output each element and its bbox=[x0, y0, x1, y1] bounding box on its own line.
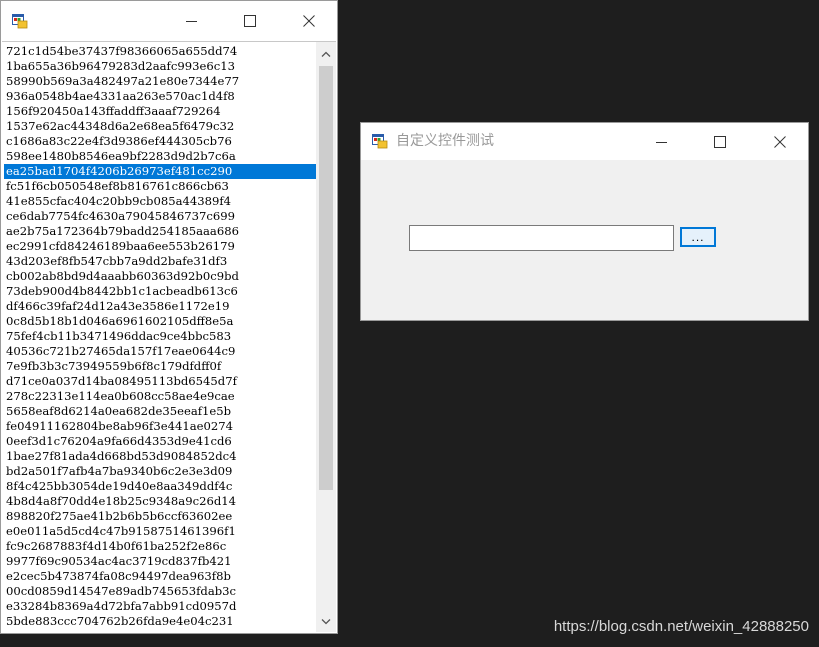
list-item[interactable]: 00cd0859d14547e89adb745653fdab3c bbox=[4, 584, 316, 599]
list-item[interactable]: ce6dab7754fc4630a79045846737c699 bbox=[4, 209, 316, 224]
minimize-icon bbox=[656, 136, 668, 148]
list-item[interactable]: 5658eaf8d6214a0ea682de35eeaf1e5b bbox=[4, 404, 316, 419]
list-item[interactable]: fc9c2687883f4d14b0f61ba252f2e86c bbox=[4, 539, 316, 554]
scroll-thumb[interactable] bbox=[319, 66, 333, 490]
listbox-items: 721c1d54be37437f98366065a655dd74 1ba655a3… bbox=[4, 44, 316, 629]
list-item[interactable]: 41e855cfac404c20bb9cb085a44389f4 bbox=[4, 194, 316, 209]
close-button[interactable] bbox=[757, 123, 803, 160]
list-item[interactable]: ec2991cfd84246189baa6ee553b26179 bbox=[4, 239, 316, 254]
list-item[interactable]: 156f920450a143ffaddff3aaaf729264 bbox=[4, 104, 316, 119]
vertical-scrollbar[interactable] bbox=[316, 42, 336, 632]
control-test-window: 自定义控件测试 ... bbox=[360, 122, 809, 321]
list-item[interactable]: 5bde883ccc704762b26fda9e4e04c231 bbox=[4, 614, 316, 629]
close-icon bbox=[774, 135, 786, 148]
list-item[interactable]: 58990b569a3a482497a21e80e7344e77 bbox=[4, 74, 316, 89]
list-item[interactable]: 278c22313e114ea0b608cc58ae4e9cae bbox=[4, 389, 316, 404]
minimize-button[interactable] bbox=[639, 123, 685, 160]
app-window-icon bbox=[12, 13, 28, 29]
list-item[interactable]: 1ba655a36b96479283d2aafc993e6c13 bbox=[4, 59, 316, 74]
list-item[interactable]: 898820f275ae41b2b6b5b6ccf63602ee bbox=[4, 509, 316, 524]
list-item[interactable]: d71ce0a037d14ba08495113bd6545d7f bbox=[4, 374, 316, 389]
minimize-button[interactable] bbox=[169, 1, 215, 41]
list-item[interactable]: c1686a83c22e4f3d9386ef444305cb76 bbox=[4, 134, 316, 149]
scroll-up-button[interactable] bbox=[316, 42, 336, 64]
list-item[interactable]: e0e011a5d5cd4c47b9158751461396f1 bbox=[4, 524, 316, 539]
list-item[interactable]: 9977f69c90534ac4ac3719cd837fb421 bbox=[4, 554, 316, 569]
list-window: 721c1d54be37437f98366065a655dd74 1ba655a3… bbox=[0, 0, 338, 634]
app-window-icon bbox=[372, 133, 388, 149]
window-title: 自定义控件测试 bbox=[396, 133, 494, 149]
maximize-icon bbox=[714, 135, 726, 148]
chevron-up-icon bbox=[321, 44, 331, 62]
list-item[interactable]: 936a0548b4ae4331aa263e570ac1d4f8 bbox=[4, 89, 316, 104]
list-item[interactable]: bd2a501f7afb4a7ba9340b6c2e3e3d09 bbox=[4, 464, 316, 479]
path-input[interactable] bbox=[409, 225, 674, 251]
browse-button[interactable]: ... bbox=[680, 227, 716, 247]
list-item[interactable]: 0c8d5b18b1d046a6961602105dff8e5a bbox=[4, 314, 316, 329]
list-item[interactable]: 4b8d4a8f70dd4e18b25c9348a9c26d14 bbox=[4, 494, 316, 509]
list-item[interactable]: e2cec5b473874fa08c94497dea963f8b bbox=[4, 569, 316, 584]
list-item[interactable]: 1bae27f81ada4d668bd53d9084852dc4 bbox=[4, 449, 316, 464]
maximize-button[interactable] bbox=[697, 123, 743, 160]
list-item[interactable]: 721c1d54be37437f98366065a655dd74 bbox=[4, 44, 316, 59]
list-item[interactable]: cb002ab8bd9d4aaabb60363d92b0c9bd bbox=[4, 269, 316, 284]
list-item[interactable]: 73deb900d4b8442bb1c1acbeadb613c6 bbox=[4, 284, 316, 299]
list-item[interactable]: 40536c721b27465da157f17eae0644c9 bbox=[4, 344, 316, 359]
list-item[interactable]: 598ee1480b8546ea9bf2283d9d2b7c6a bbox=[4, 149, 316, 164]
list-item[interactable]: fc51f6cb050548ef8b816761c866cb63 bbox=[4, 179, 316, 194]
list-item[interactable]: e33284b8369a4d72bfa7abb91cd0957d bbox=[4, 599, 316, 614]
chevron-down-icon bbox=[321, 612, 331, 630]
list-item[interactable]: ae2b75a172364b79badd254185aaa686 bbox=[4, 224, 316, 239]
close-icon bbox=[303, 15, 315, 27]
minimize-icon bbox=[186, 15, 198, 27]
guid-listbox[interactable]: 721c1d54be37437f98366065a655dd74 1ba655a3… bbox=[2, 41, 336, 632]
list-item[interactable]: 8f4c425bb3054de19d40e8aa349ddf4c bbox=[4, 479, 316, 494]
maximize-icon bbox=[244, 15, 256, 27]
list-item[interactable]: 7e9fb3b3c73949559b6f8c179dfdff0f bbox=[4, 359, 316, 374]
list-item[interactable]: 43d203ef8fb547cbb7a9dd2bafe31df3 bbox=[4, 254, 316, 269]
watermark-text: https://blog.csdn.net/weixin_42888250 bbox=[553, 618, 809, 635]
list-item[interactable]: 0eef3d1c76204a9fa66d4353d9e41cd6 bbox=[4, 434, 316, 449]
close-button[interactable] bbox=[286, 1, 332, 41]
list-item[interactable]: 1537e62ac44348d6a2e68ea5f6479c32 bbox=[4, 119, 316, 134]
list-item[interactable]: ea25bad1704f4206b26973ef481cc290 bbox=[4, 164, 316, 179]
list-item[interactable]: df466c39faf24d12a43e3586e1172e19 bbox=[4, 299, 316, 314]
control-window-titlebar[interactable]: 自定义控件测试 bbox=[361, 123, 808, 160]
list-item[interactable]: 75fef4cb11b3471496ddac9ce4bbc583 bbox=[4, 329, 316, 344]
list-item[interactable]: fe04911162804be8ab96f3e441ae0274 bbox=[4, 419, 316, 434]
scroll-down-button[interactable] bbox=[316, 610, 336, 632]
list-window-titlebar[interactable] bbox=[1, 1, 337, 41]
maximize-button[interactable] bbox=[227, 1, 273, 41]
